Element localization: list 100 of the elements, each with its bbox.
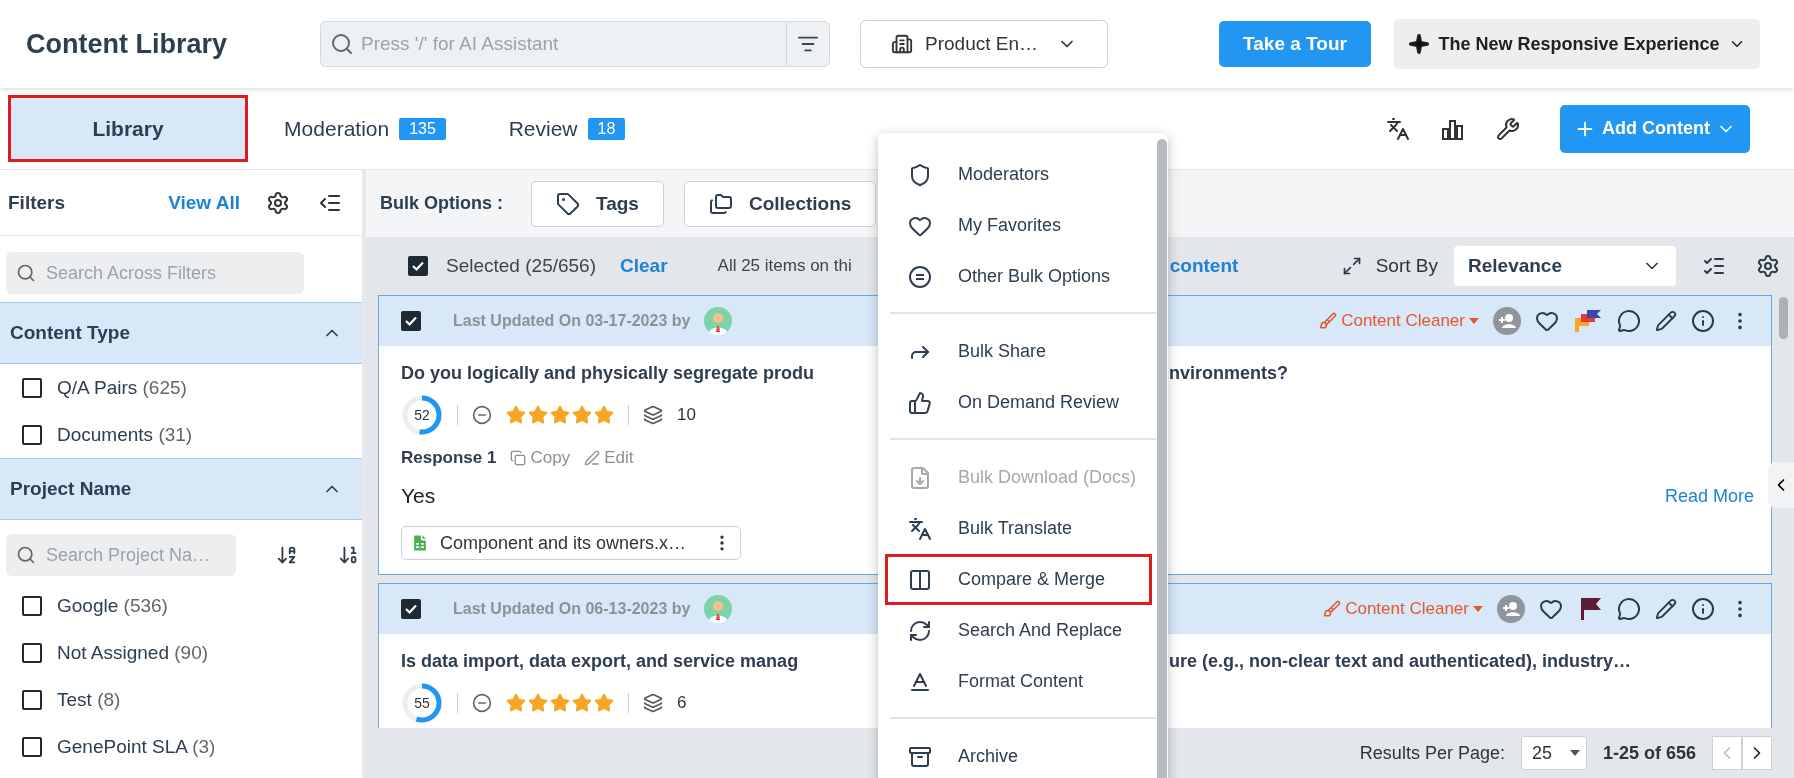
card-checkbox[interactable] (401, 311, 421, 331)
sparkle-icon (1408, 33, 1431, 55)
file-download-icon (908, 465, 932, 490)
collections-button[interactable]: Collections (683, 180, 877, 227)
menu-item[interactable]: Search And Replace (885, 605, 1152, 656)
menu-item[interactable]: On Demand Review (885, 377, 1152, 428)
avatar-icon (704, 307, 733, 335)
next-page-button[interactable] (1742, 736, 1772, 770)
expand-icon[interactable] (1341, 256, 1362, 276)
layers-icon (643, 693, 663, 713)
score-value: 52 (414, 407, 430, 423)
edit-icon[interactable] (1655, 310, 1677, 332)
last-updated-text: Last Updated On 03-17-2023 by (453, 312, 691, 330)
filter-button[interactable] (786, 21, 830, 67)
tab[interactable]: Review 18 (482, 95, 652, 162)
scrollbar-thumb[interactable] (1778, 297, 1788, 339)
tags-button[interactable]: Tags (531, 180, 664, 227)
filter-checkbox[interactable] (22, 689, 42, 710)
minus-circle-icon[interactable] (472, 693, 492, 713)
sort-dropdown[interactable]: Relevance (1454, 246, 1676, 286)
score-ring (401, 394, 443, 436)
tag-icon (556, 191, 580, 216)
star-icon (594, 405, 614, 425)
heart-icon[interactable] (1535, 309, 1559, 333)
building-icon (891, 33, 913, 55)
menu-item[interactable]: Format Content (885, 656, 1152, 707)
settings-icon[interactable] (1756, 254, 1780, 278)
filter-checkbox[interactable] (22, 424, 42, 445)
search-icon (16, 545, 36, 565)
star-icon (550, 693, 570, 713)
workspace-dropdown[interactable]: Product En… (860, 20, 1108, 68)
menu-item[interactable]: My Favorites (885, 200, 1152, 251)
star-icon (572, 405, 592, 425)
brush-icon (1323, 600, 1342, 618)
filter-checkbox[interactable] (22, 736, 42, 757)
star-icon (528, 405, 548, 425)
attachment-name: Component and its owners.x… (440, 532, 687, 554)
menu-item[interactable]: Bulk Translate (885, 503, 1152, 554)
question-title: Is data import, data export, and service manag (401, 650, 800, 672)
heart-icon[interactable] (1539, 597, 1563, 621)
comment-icon[interactable] (1617, 309, 1641, 333)
filter-option-label: Documents (31) (57, 423, 193, 446)
read-more-link[interactable]: Read More (1664, 485, 1754, 507)
add-user-icon[interactable] (1493, 307, 1521, 335)
search-icon (16, 263, 36, 283)
sort-label: Sort By (1375, 255, 1438, 277)
filters-title: Filters (8, 191, 66, 214)
menu-scrollbar[interactable] (1157, 139, 1167, 778)
filter-checkbox[interactable] (22, 377, 42, 398)
menu-item[interactable]: Bulk Share (885, 326, 1152, 377)
filter-option-label: Test (8) (57, 688, 121, 711)
filter-checkbox[interactable] (22, 595, 42, 616)
section-title: Content Type (10, 322, 130, 344)
info-icon[interactable] (1691, 309, 1715, 333)
project-search-field[interactable]: Search Project Na… (6, 534, 236, 576)
per-page-dropdown[interactable]: 25 (1520, 736, 1587, 770)
add-user-icon[interactable] (1497, 595, 1525, 623)
tab[interactable]: Library (8, 95, 248, 162)
experience-dropdown[interactable]: The New Responsive Experience (1394, 19, 1760, 69)
caret-icon (1469, 318, 1479, 324)
tab[interactable]: Moderation 135 (248, 95, 482, 162)
last-updated-text: Last Updated On 06-13-2023 by (453, 600, 691, 618)
edit-icon[interactable] (1655, 598, 1677, 620)
search-icon (330, 32, 354, 56)
menu-item[interactable]: Compare & Merge (885, 554, 1152, 605)
filter-search-field[interactable]: Search Across Filters (6, 252, 304, 294)
menu-item[interactable]: Moderators (885, 149, 1152, 200)
star-icon (506, 405, 526, 425)
question-title: nvironments? (1169, 362, 1289, 384)
star-icon (528, 693, 548, 713)
translate-icon[interactable] (1386, 116, 1410, 141)
score-ring (401, 682, 443, 724)
filter-option-label: Not Assigned (90) (57, 641, 209, 664)
brush-icon (1319, 312, 1338, 330)
page-range: 1-25 of 656 (1602, 742, 1696, 764)
attachment-chip[interactable]: Component and its owners.x… (401, 526, 741, 560)
card-checkbox[interactable] (401, 599, 421, 619)
search-field[interactable]: Press '/' for AI Assistant (320, 21, 786, 67)
menu-item[interactable]: Archive (885, 731, 1152, 778)
tools-icon[interactable] (1496, 116, 1520, 141)
flags-icon[interactable] (1573, 308, 1603, 334)
filter-section-header[interactable]: Content Type (0, 302, 362, 364)
count-badge: 135 (399, 117, 446, 140)
menu-item[interactable]: Other Bulk Options (885, 251, 1152, 302)
comment-icon[interactable] (1617, 597, 1641, 621)
columns-icon (908, 567, 932, 592)
select-all-checkbox[interactable] (408, 256, 428, 276)
panel-toggle-button[interactable] (1768, 462, 1794, 508)
view-all-link[interactable]: View All (168, 191, 240, 214)
minus-circle-icon[interactable] (472, 405, 492, 425)
info-icon[interactable] (1691, 597, 1715, 621)
filter-checkbox[interactable] (22, 642, 42, 663)
filter-section-header[interactable]: Project Name (0, 458, 362, 520)
question-title: ure (e.g., non-clear text and authenticated), industry… (1169, 650, 1633, 672)
version-count: 10 (677, 405, 696, 425)
archive-icon (908, 744, 932, 769)
copy-icon (510, 450, 527, 466)
translate-icon (908, 516, 932, 541)
settings-icon[interactable] (266, 190, 290, 215)
sort-alpha-icon[interactable] (276, 544, 298, 566)
